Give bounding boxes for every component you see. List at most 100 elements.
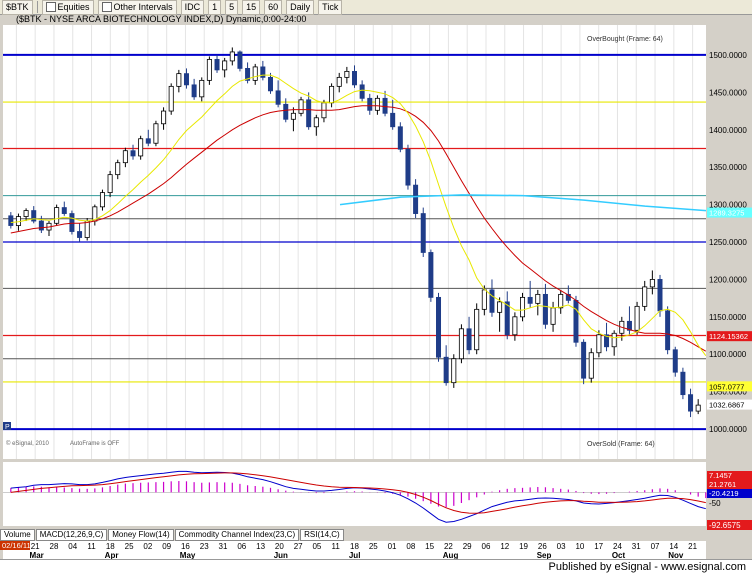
x-axis-day-label: 10: [575, 542, 584, 551]
x-axis-day-label: 03: [557, 542, 566, 551]
x-axis-day-label: 13: [256, 542, 265, 551]
x-axis-month-label: Jul: [349, 551, 361, 559]
candle-body: [336, 76, 342, 87]
symbol-selector[interactable]: $BTK: [2, 0, 33, 15]
candle-body: [466, 328, 472, 351]
candle-body: [38, 220, 44, 231]
candle-body: [222, 60, 228, 71]
candle-body: [573, 299, 579, 343]
x-axis-month-label: Mar: [30, 551, 44, 559]
y-axis-tick-label: 1200.0000: [709, 275, 747, 284]
candle-body: [138, 138, 144, 157]
x-axis-day-label: 11: [332, 542, 341, 551]
candle-body: [183, 73, 189, 86]
candle-body: [145, 138, 151, 144]
interval-button-60[interactable]: 60: [264, 0, 283, 15]
autoframe-label: AutoFrame is OFF: [70, 441, 120, 447]
price-label: 1289.3275: [709, 209, 744, 218]
macd-panel-background: [3, 462, 706, 526]
candle-body: [61, 207, 67, 214]
x-axis-day-label: 24: [613, 542, 622, 551]
candle-body: [512, 316, 518, 336]
x-axis-day-label: 26: [538, 542, 547, 551]
candle-body: [458, 328, 464, 360]
x-axis-month-label: Oct: [612, 551, 626, 559]
candle-body: [451, 358, 457, 384]
x-axis-month-label: Aug: [443, 551, 459, 559]
tab-macd[interactable]: MACD(12,26,9,C): [35, 529, 108, 541]
y-axis-tick-label: 1250.0000: [709, 238, 747, 247]
candle-body: [130, 150, 136, 157]
candle-body: [642, 286, 648, 307]
lower-axis-tick-label: -50: [709, 499, 721, 508]
y-axis-tick-label: 1150.0000: [709, 313, 747, 322]
copyright-label: © eSignal, 2010: [6, 440, 49, 447]
candle-body: [176, 73, 182, 87]
x-axis-day-label: 04: [68, 542, 77, 551]
interval-label: Daily: [290, 2, 311, 12]
candle-body: [550, 307, 556, 325]
candle-body: [329, 85, 335, 104]
x-axis-day-label: 08: [406, 542, 415, 551]
lower-value-label: -92.6575: [709, 521, 741, 530]
other-intervals-label: Other Intervals: [113, 2, 173, 12]
equities-folder-button[interactable]: Equities: [41, 0, 94, 15]
tab-money-flow[interactable]: Money Flow(14): [108, 529, 174, 541]
candle-body: [199, 79, 205, 98]
candle-body: [122, 150, 128, 164]
candle-body: [99, 192, 105, 208]
candle-body: [581, 341, 587, 379]
x-axis-day-label: 06: [237, 542, 246, 551]
chart-title: ($BTK - NYSE ARCA BIOTECHNOLOGY INDEX,D)…: [16, 15, 306, 24]
interval-button-5[interactable]: 5: [225, 0, 239, 15]
candle-body: [84, 220, 90, 238]
x-axis-day-label: 12: [500, 542, 509, 551]
x-axis-day-label: 15: [425, 542, 434, 551]
x-axis-day-label: 25: [125, 542, 134, 551]
candle-body: [168, 85, 174, 112]
candle-body: [229, 51, 235, 62]
candle-body: [252, 66, 258, 81]
candle-body: [634, 305, 640, 331]
candle-body: [54, 207, 60, 224]
tab-rsi[interactable]: RSI(14,C): [300, 529, 344, 541]
candle-body: [397, 126, 403, 150]
overbought-label: OverBought (Frame: 64): [587, 36, 663, 43]
candle-body: [520, 296, 526, 318]
x-axis-month-label: May: [180, 551, 196, 559]
candle-body: [474, 308, 480, 351]
interval-button-tick[interactable]: Tick: [318, 0, 343, 15]
x-axis-day-label: 31: [219, 542, 228, 551]
candle-body: [665, 310, 671, 351]
interval-button-1[interactable]: 1: [208, 0, 222, 15]
x-axis-day-label: 21: [31, 542, 40, 551]
x-axis-day-label: 05: [312, 542, 321, 551]
interval-label: Tick: [322, 2, 339, 12]
x-axis-day-label: 25: [369, 542, 378, 551]
candle-body: [481, 289, 487, 310]
y-axis-tick-label: 1400.0000: [709, 126, 747, 135]
interval-button-daily[interactable]: Daily: [286, 0, 315, 15]
candle-body: [115, 162, 121, 176]
candle-body: [504, 301, 510, 336]
idc-button[interactable]: IDC: [180, 0, 205, 15]
tab-volume[interactable]: Volume: [0, 529, 35, 541]
candle-body: [161, 110, 167, 125]
equities-label: Equities: [57, 2, 90, 12]
interval-button-15[interactable]: 15: [242, 0, 261, 15]
x-axis-day-label: 20: [275, 542, 284, 551]
other-intervals-button[interactable]: Other Intervals: [97, 0, 177, 15]
x-axis-day-label: 18: [350, 542, 359, 551]
x-axis-day-label: 09: [162, 542, 171, 551]
candle-body: [382, 97, 388, 114]
candle-body: [23, 210, 29, 217]
candle-body: [107, 174, 113, 194]
macd-value-label: 21.2761: [709, 480, 736, 489]
price-label: 1124.15362: [709, 332, 748, 341]
price-chart[interactable]: 1500.00001450.00001400.00001350.00001300…: [0, 15, 752, 559]
candle-body: [413, 184, 419, 214]
candle-body: [77, 231, 83, 238]
tab-cci[interactable]: Commodity Channel Index(23,C): [174, 529, 300, 541]
interval-label: 15: [246, 2, 257, 12]
x-axis-day-label: 31: [632, 542, 641, 551]
